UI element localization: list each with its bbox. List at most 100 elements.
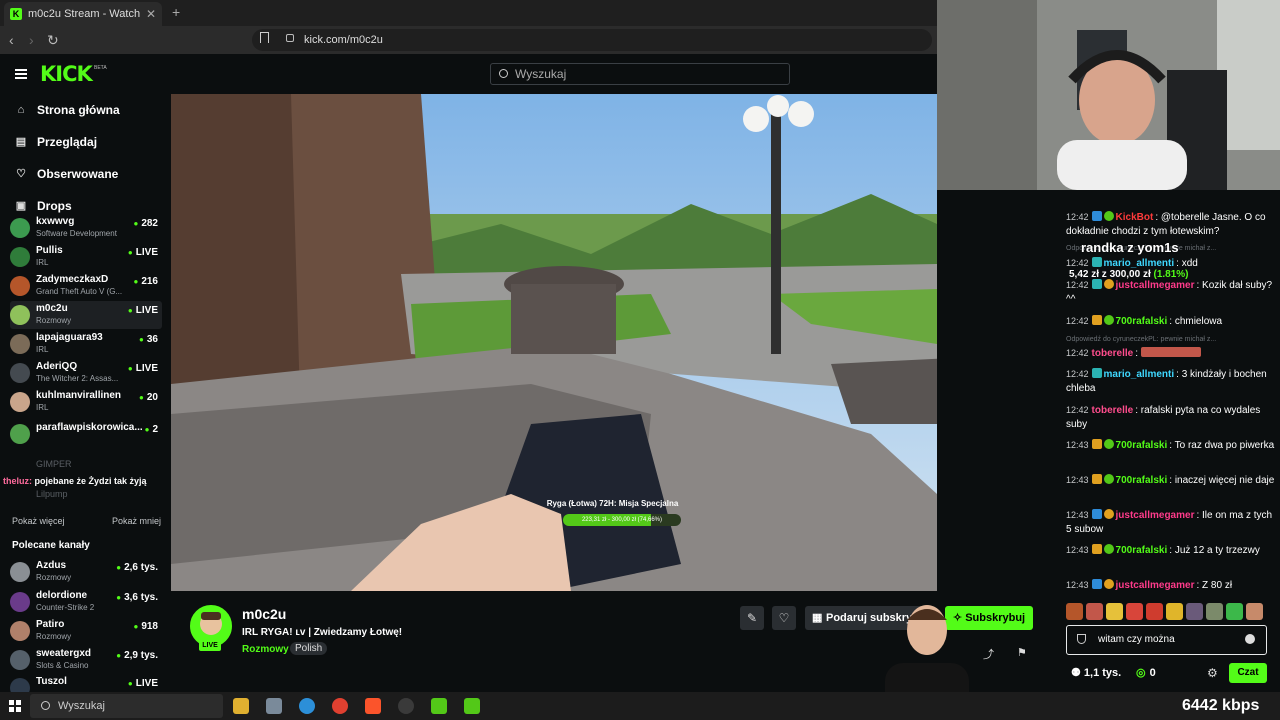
taskbar-search[interactable]: Wyszukaj	[30, 694, 223, 718]
report-flag-icon[interactable]: ⚑	[1017, 646, 1027, 659]
chat-send-button[interactable]: Czat	[1229, 663, 1267, 683]
reload-icon[interactable]: ↻	[47, 32, 59, 49]
video-player[interactable]	[171, 94, 937, 591]
emote-icon[interactable]	[1106, 603, 1123, 620]
channel-name: Tuszol	[36, 676, 67, 687]
emote-icon[interactable]	[1066, 603, 1083, 620]
share-icon[interactable]: ⤴	[983, 646, 994, 662]
emoji-icon[interactable]	[1245, 634, 1255, 644]
chat-input[interactable]: witam czy można	[1066, 625, 1267, 655]
recommended-channel[interactable]: Tuszol LIVE	[10, 674, 162, 692]
chat-message[interactable]: 12:42 toberelle: rafalski pyta na co wyda…	[1066, 403, 1278, 432]
msg-time: 12:42	[1066, 348, 1089, 358]
bookmark-icon[interactable]	[260, 32, 269, 43]
site-info-icon[interactable]	[286, 34, 294, 42]
back-icon[interactable]: ‹	[9, 32, 14, 48]
msg-user[interactable]: 700rafalski	[1116, 316, 1168, 327]
address-bar[interactable]: kick.com/m0c2u	[252, 29, 932, 51]
chat-message[interactable]: 12:42 toberelle:	[1066, 346, 1278, 361]
channel-points[interactable]: ◎ 0	[1136, 666, 1156, 679]
app-icon[interactable]	[266, 698, 282, 714]
chat-message[interactable]: 12:43 justcallmegamer: Z 80 zł	[1066, 578, 1278, 593]
file-explorer-icon[interactable]	[233, 698, 249, 714]
chat-message[interactable]: 12:43 700rafalski: To raz dwa po piwerka	[1066, 438, 1278, 453]
msg-user[interactable]: justcallmegamer	[1116, 280, 1195, 291]
sidebar-channel-selected[interactable]: m0c2u Rozmowy LIVE	[10, 301, 162, 329]
sidebar-channel[interactable]: ZadymeczkaxD Grand Theft Auto V (G... 21…	[10, 272, 162, 300]
avatar	[10, 678, 30, 692]
show-more-link[interactable]: Pokaż więcej	[12, 516, 65, 526]
brave-icon[interactable]	[365, 698, 381, 714]
channel-name: ZadymeczkaxD	[36, 274, 109, 285]
recommended-channel[interactable]: delordione Counter-Strike 2 3,6 tys.	[10, 588, 162, 616]
emote-icon[interactable]	[1226, 603, 1243, 620]
recommended-title: Polecane kanały	[12, 540, 90, 551]
chat-message[interactable]: 12:43 justcallmegamer: Ile on ma z tych 5…	[1066, 508, 1278, 537]
emote-icon[interactable]	[1146, 603, 1163, 620]
app-icon[interactable]	[464, 698, 480, 714]
live-badge: LIVE	[199, 640, 221, 651]
msg-user[interactable]: justcallmegamer	[1116, 580, 1195, 591]
chrome-icon[interactable]	[332, 698, 348, 714]
stream-category[interactable]: Rozmowy	[242, 644, 289, 655]
new-tab-icon[interactable]: +	[172, 4, 180, 20]
windows-start-icon[interactable]	[9, 700, 21, 712]
sidebar-channel[interactable]: paraflawpiskorowica... 2	[10, 420, 162, 448]
shield-icon[interactable]	[1077, 634, 1086, 644]
msg-user[interactable]: mario_allmenti	[1104, 258, 1175, 269]
kick-app-icon[interactable]	[431, 698, 447, 714]
emote-icon[interactable]	[1126, 603, 1143, 620]
sidebar-channel[interactable]: Pullis IRL LIVE	[10, 243, 162, 271]
msg-user[interactable]: 700rafalski	[1116, 440, 1168, 451]
streamer-name[interactable]: m0c2u	[242, 606, 286, 622]
chat-message[interactable]: 12:43 700rafalski: inaczej więcej nie daj…	[1066, 473, 1278, 488]
edge-icon[interactable]	[299, 698, 315, 714]
recommended-channel[interactable]: Azdus Rozmowy 2,6 tys.	[10, 558, 162, 586]
language-tag[interactable]: Polish	[290, 642, 328, 655]
chat-message[interactable]: 12:42 KickBot: @toberelle Jasne. O co dok…	[1066, 210, 1278, 239]
show-less-link[interactable]: Pokaż mniej	[112, 516, 161, 526]
browser-tab[interactable]: K m0c2u Stream - Watch Live o ✕	[4, 2, 162, 26]
chat-message[interactable]: 12:42 700rafalski: chmielowa	[1066, 314, 1278, 329]
emote-icon	[1140, 347, 1201, 357]
sidebar-channel[interactable]: kuhlmanvirallinen IRL 20	[10, 388, 162, 416]
nav-drops[interactable]: ▣ Drops	[15, 196, 72, 216]
emote-icon[interactable]	[1186, 603, 1203, 620]
gear-icon[interactable]: ⚙	[1207, 666, 1218, 680]
chat-message[interactable]: 12:42 justcallmegamer: Kozik dał suby? ^^	[1066, 278, 1278, 307]
channel-name: Pullis	[36, 245, 63, 256]
msg-user[interactable]: toberelle	[1092, 348, 1134, 359]
viewer-count: 36	[139, 334, 158, 345]
offline-channel[interactable]: GIMPER	[36, 459, 72, 469]
channel-category: IRL	[36, 345, 49, 354]
forward-icon[interactable]: ›	[29, 32, 34, 48]
menu-icon[interactable]	[15, 69, 27, 79]
obs-icon[interactable]	[398, 698, 414, 714]
recommended-channel[interactable]: Patiro Rozmowy 918	[10, 617, 162, 645]
msg-user[interactable]: 700rafalski	[1116, 475, 1168, 486]
follow-heart-button[interactable]: ♡	[772, 606, 796, 630]
offline-channel[interactable]: Lilpump	[36, 489, 68, 499]
nav-home[interactable]: ⌂ Strona główna	[15, 100, 120, 120]
kick-logo[interactable]: KICK	[40, 62, 93, 86]
emote-icon[interactable]	[1206, 603, 1223, 620]
emote-icon[interactable]	[1246, 603, 1263, 620]
nav-following[interactable]: ♡ Obserwowane	[15, 164, 118, 184]
recommended-channel[interactable]: sweatergxd Slots & Casino 2,9 tys.	[10, 646, 162, 674]
chat-message[interactable]: 12:42 mario_allmenti: 3 kindżały i bochen…	[1066, 367, 1278, 396]
msg-user[interactable]: KickBot	[1116, 212, 1154, 223]
msg-user[interactable]: mario_allmenti	[1104, 369, 1175, 380]
emote-icon[interactable]	[1086, 603, 1103, 620]
search-input[interactable]: Wyszukaj	[490, 63, 790, 85]
nav-browse[interactable]: ▤ Przeglądaj	[15, 132, 97, 152]
close-tab-icon[interactable]: ✕	[146, 7, 156, 21]
chat-message[interactable]: 12:43 700rafalski: Już 12 a ty trzezwy	[1066, 543, 1278, 558]
msg-user[interactable]: 700rafalski	[1116, 545, 1168, 556]
sidebar-channel[interactable]: lapajaguara93 IRL 36	[10, 330, 162, 358]
sidebar-channel[interactable]: AderiQQ The Witcher 2: Assas... LIVE	[10, 359, 162, 387]
msg-user[interactable]: justcallmegamer	[1116, 510, 1195, 521]
sidebar-channel[interactable]: kxwwvg Software Development 282	[10, 214, 162, 242]
mute-notifications-button[interactable]: ✎	[740, 606, 764, 630]
emote-icon[interactable]	[1166, 603, 1183, 620]
msg-user[interactable]: toberelle	[1092, 405, 1134, 416]
